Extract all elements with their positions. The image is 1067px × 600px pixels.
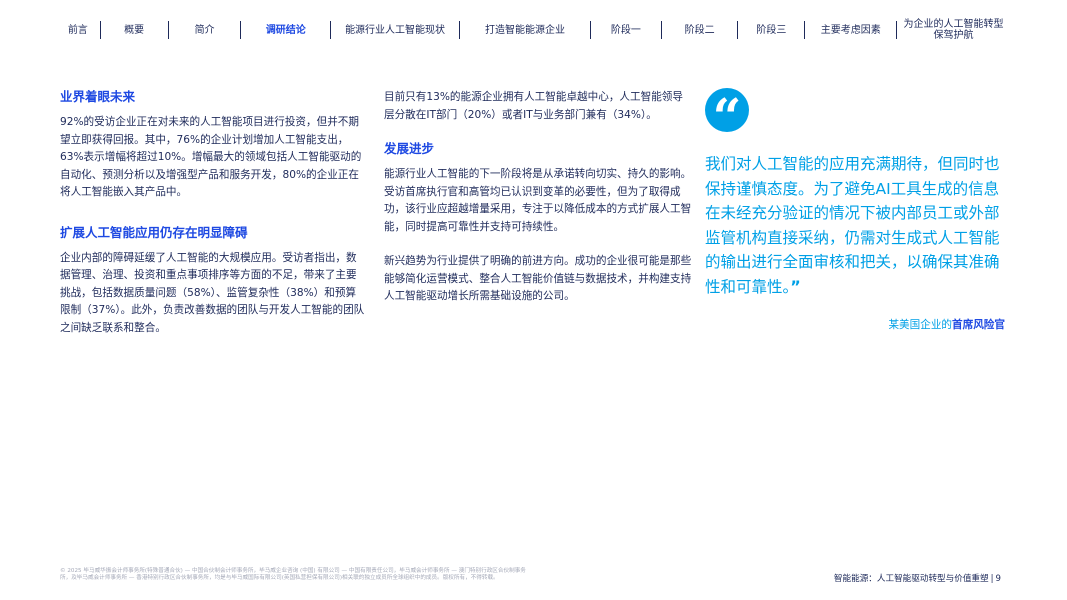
quote-attribution: 某美国企业的首席风险官 [888, 319, 1005, 331]
quote-block: “ 我们对人工智能的应用充满期待，但同时也保持谨慎态度。为了避免AI工具生成的信… [705, 88, 1005, 332]
paragraph-industry-future: 92%的受访企业正在对未来的人工智能项目进行投资，但并不期望立即获得回报。其中，… [60, 116, 362, 198]
paragraph-progress: 能源行业人工智能的下一阶段将是从承诺转向切实、持久的影响。受访首席执行官和高管均… [384, 168, 692, 233]
nav-item-preface[interactable]: 前言 [56, 18, 100, 42]
column-left: 业界着眼未来 92%的受访企业正在对未来的人工智能项目进行投资，但并不期望立即获… [60, 88, 365, 337]
nav-item-phase-three[interactable]: 阶段三 [738, 18, 804, 42]
section-heading-industry-future: 业界着眼未来 [60, 89, 136, 104]
nav-item-key-considerations[interactable]: 主要考虑因素 [805, 18, 896, 42]
section-heading-scaling-barriers: 扩展人工智能应用仍存在明显障碍 [60, 224, 248, 240]
quote-open-icon: “ [705, 88, 749, 142]
nav-item-phase-one[interactable]: 阶段一 [591, 18, 661, 42]
nav-item-smart-energy-enterprise[interactable]: 打造智能能源企业 [460, 18, 590, 42]
footer-legal-notice: © 2025 毕马威华振会计师事务所(特殊普通合伙) — 中国合伙制会计师事务所… [60, 568, 526, 581]
top-navigation: 前言 概要 简介 调研结论 能源行业人工智能现状 打造智能能源企业 阶段一 阶段… [56, 18, 1010, 42]
paragraph-emerging-trends: 新兴趋势为行业提供了明确的前进方向。成功的企业很可能是那些能够简化运营模式、整合… [384, 255, 692, 302]
paragraph-scaling-barriers: 企业内部的障碍延缓了人工智能的大规模应用。受访者指出，数据管理、治理、投资和重点… [60, 251, 365, 334]
footer-doc-title: 智能能源：人工智能驱动转型与价值重塑 [833, 574, 989, 584]
nav-item-energy-ai-status[interactable]: 能源行业人工智能现状 [331, 18, 459, 42]
quote-attribution-role: 首席风险官 [952, 319, 1005, 331]
section-heading-progress: 发展进步 [384, 141, 435, 156]
nav-item-introduction[interactable]: 简介 [169, 18, 241, 42]
column-middle: 目前只有13%的能源企业拥有人工智能卓越中心，人工智能领导层分散在IT部门（20… [384, 89, 692, 306]
footer-doc-info: 智能能源：人工智能驱动转型与价值重塑 | 9 [833, 574, 1001, 584]
paragraph-ai-center-of-excellence: 目前只有13%的能源企业拥有人工智能卓越中心，人工智能领导层分散在IT部门（20… [384, 91, 683, 121]
quote-text: 我们对人工智能的应用充满期待，但同时也保持谨慎态度。为了避免AI工具生成的信息在… [705, 155, 1000, 296]
quote-close-icon: ” [790, 276, 801, 296]
nav-item-phase-two[interactable]: 阶段二 [662, 18, 738, 42]
nav-item-overview[interactable]: 概要 [101, 18, 168, 42]
nav-item-ai-transformation-safeguard[interactable]: 为企业的人工智能转型保驾护航 [897, 18, 1010, 42]
nav-item-findings[interactable]: 调研结论 [241, 18, 330, 42]
page-number: 9 [995, 574, 1001, 584]
